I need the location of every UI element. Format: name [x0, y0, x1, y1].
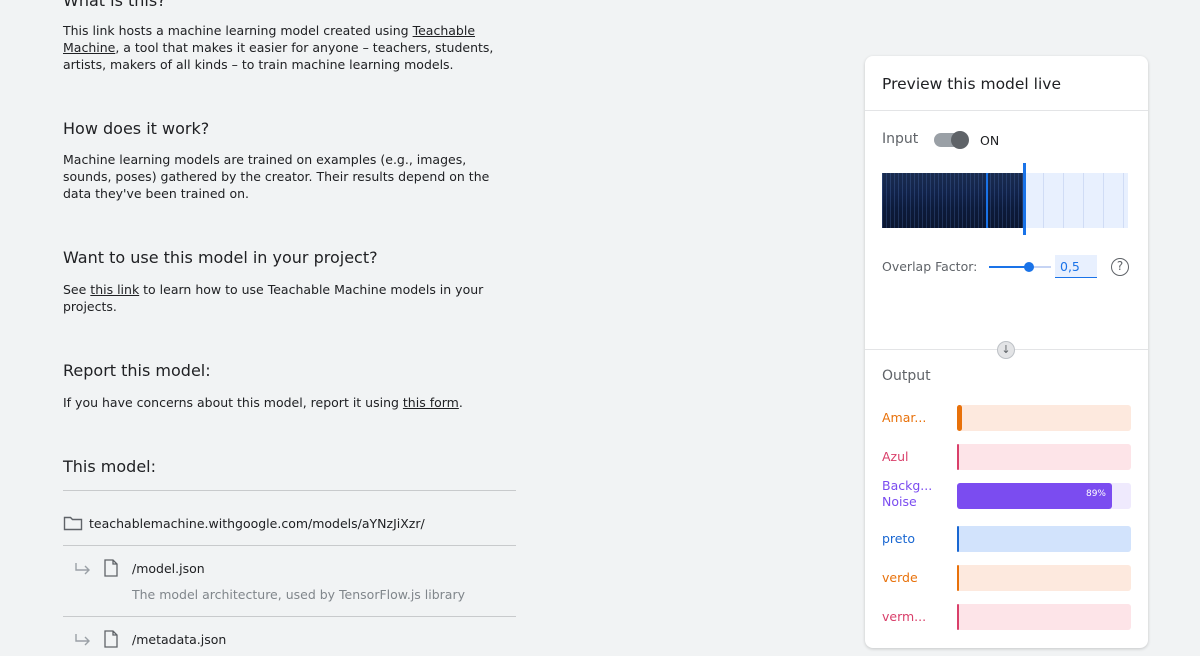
card-divider: [865, 110, 1148, 111]
spectrogram-empty-grid: [1023, 173, 1128, 228]
spectrogram-cursor: [1023, 163, 1026, 235]
spectrogram-window: [986, 173, 1026, 228]
what-paragraph: This link hosts a machine learning model…: [63, 22, 513, 73]
output-bar: [957, 604, 1131, 630]
output-class-label: Amar...: [882, 410, 927, 425]
overlap-label: Overlap Factor:: [882, 259, 978, 274]
output-bar-fill: [957, 604, 959, 630]
audio-spectrogram: [882, 173, 1128, 228]
preview-card: Preview this model live Input ON Overlap…: [865, 56, 1148, 648]
what-text-2: , a tool that makes it easier for anyone…: [63, 40, 494, 72]
help-icon[interactable]: ?: [1111, 258, 1129, 276]
output-percentage: 89%: [1085, 489, 1106, 499]
how-title: How does it work?: [63, 119, 210, 138]
input-toggle[interactable]: [934, 131, 969, 149]
output-bar: [957, 405, 1131, 431]
divider: [63, 545, 516, 546]
how-paragraph: Machine learning models are trained on e…: [63, 152, 490, 201]
folder-path[interactable]: teachablemachine.withgoogle.com/models/a…: [89, 516, 425, 531]
folder-icon: [63, 515, 83, 535]
what-title: What is this?: [63, 0, 166, 10]
usage-link[interactable]: this link: [90, 282, 139, 297]
report-form-link[interactable]: this form: [403, 395, 459, 410]
output-bar-fill: [957, 565, 959, 591]
file-description: The model architecture, used by TensorFl…: [132, 587, 465, 602]
use-title: Want to use this model in your project?: [63, 248, 378, 267]
preview-title: Preview this model live: [882, 75, 1061, 93]
output-class-label: preto: [882, 531, 916, 546]
input-label: Input: [882, 131, 919, 147]
report-text-2: .: [458, 395, 463, 410]
output-bar: [957, 444, 1131, 470]
output-class-label: Azul: [882, 449, 909, 464]
output-class-label: verde: [882, 570, 918, 585]
output-class-label: Backg... Noise: [882, 478, 933, 509]
file-name[interactable]: /metadata.json: [132, 632, 226, 647]
report-text-1: If you have concerns about this model, r…: [63, 395, 403, 410]
overlap-slider-fill: [989, 266, 1029, 268]
subdirectory-arrow-icon: [74, 632, 92, 651]
output-bar-fill: [957, 526, 959, 552]
file-icon: [104, 559, 118, 581]
overlap-input[interactable]: [1055, 255, 1097, 278]
toggle-knob[interactable]: [951, 131, 969, 149]
output-bar-fill: [957, 444, 959, 470]
toggle-state: ON: [980, 133, 1000, 148]
output-bar: [957, 526, 1131, 552]
what-text-1: This link hosts a machine learning model…: [63, 23, 413, 38]
output-label: Output: [882, 368, 931, 384]
subdirectory-arrow-icon: [74, 561, 92, 580]
file-name[interactable]: /model.json: [132, 561, 205, 576]
output-class-label: verm...: [882, 609, 927, 624]
use-text-1: See: [63, 282, 91, 297]
overlap-slider-thumb[interactable]: [1024, 262, 1034, 272]
arrow-down-icon: ↓: [997, 341, 1015, 359]
report-paragraph: If you have concerns about this model, r…: [63, 394, 513, 411]
use-paragraph: See this link to learn how to use Teacha…: [63, 281, 513, 315]
file-icon: [104, 630, 118, 652]
report-title: Report this model:: [63, 361, 211, 380]
output-bar: 89%: [957, 483, 1131, 509]
divider: [63, 616, 516, 617]
output-bar: [957, 565, 1131, 591]
divider: [63, 490, 516, 491]
model-title: This model:: [63, 457, 156, 476]
output-bar-fill: [957, 405, 962, 431]
